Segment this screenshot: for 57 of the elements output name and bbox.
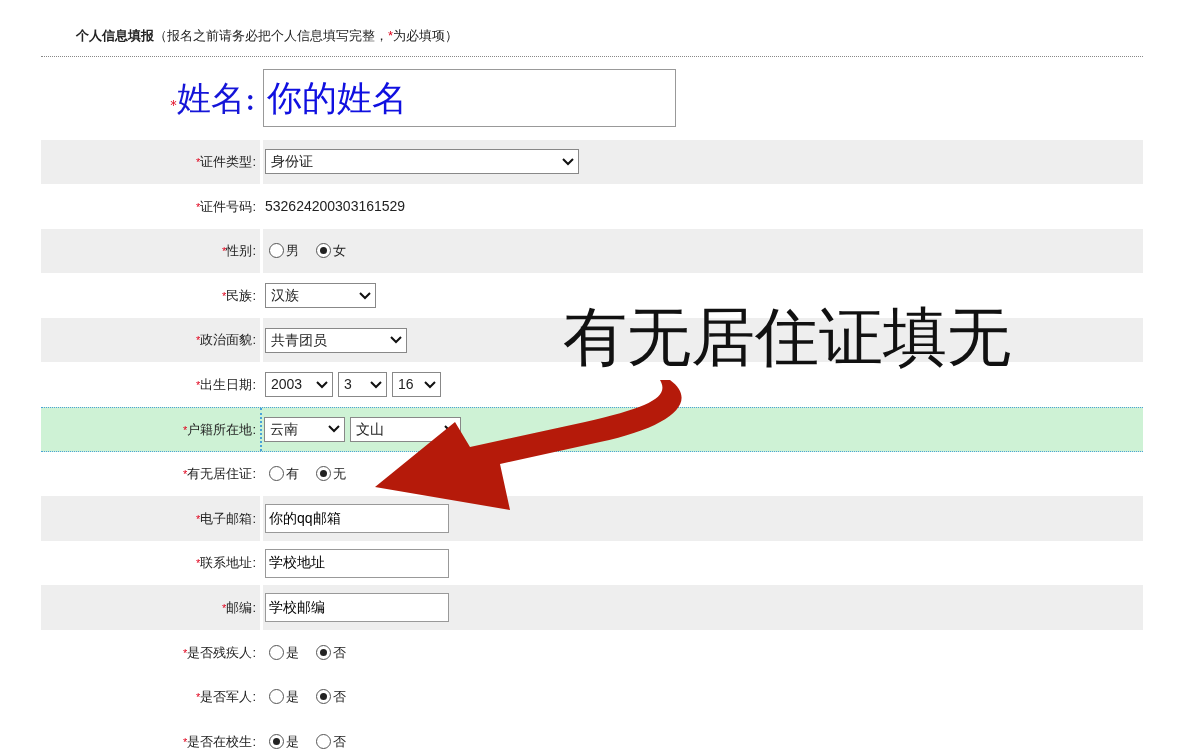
dropdown[interactable]: 汉族 [265,283,376,309]
field-label: *联系地址: [196,554,256,573]
radio-button[interactable] [269,734,284,749]
chevron-down-icon [328,425,340,434]
radio-button[interactable] [316,644,331,660]
field-label: *是否残疾人: [183,643,256,662]
radio-button[interactable] [269,644,284,660]
text-input-field[interactable]: 学校邮编 [265,593,449,623]
radio-label: 有 [286,465,299,484]
radio-label: 否 [333,688,346,707]
dropdown[interactable]: 共青团员 [265,327,407,353]
text-input-field[interactable]: 你的qq邮箱 [265,504,449,534]
radio-label: 是 [286,732,299,751]
radio-button[interactable] [316,689,331,705]
field-label: *证件类型: [196,153,256,172]
radio-label: 无 [333,465,346,484]
annotation-text: 有无居住证填无 [563,305,1011,369]
radio-label: 是 [286,643,299,662]
chevron-down-icon [390,336,402,345]
radio-button[interactable] [269,243,284,259]
form-title: 个人信息填报 [76,28,154,43]
field-label: *民族: [222,286,256,305]
field-label: *户籍所在地: [183,420,256,439]
radio-button[interactable] [269,466,284,482]
radio-label: 否 [333,643,346,662]
radio-label: 女 [333,242,346,261]
radio-label: 否 [333,732,346,751]
radio-button[interactable] [316,734,331,749]
name-input-field[interactable]: 你的姓名 [263,69,676,127]
form-note: （报名之前请务必把个人信息填写完整，*为必填项） [154,28,459,43]
dropdown[interactable]: 3 [338,372,387,398]
field-label: *是否在校生: [183,732,256,751]
field-label: *有无居住证: [183,465,256,484]
name-label: *姓名: [170,76,256,120]
radio-button[interactable] [269,689,284,705]
chevron-down-icon [316,380,328,389]
radio-button[interactable] [316,243,331,259]
dropdown[interactable]: 2003 [265,372,333,398]
chevron-down-icon [424,380,436,389]
field-label: *证件号码: [196,197,256,216]
radio-label: 男 [286,242,299,261]
radio-button[interactable] [316,466,331,482]
chevron-down-icon [359,291,371,300]
chevron-down-icon [370,380,382,389]
text-input-field[interactable]: 学校地址 [265,548,449,578]
id-number: 532624200303161529 [265,196,406,216]
dropdown[interactable]: 16 [392,372,441,398]
field-label: *政治面貌: [196,331,256,350]
field-label: *是否军人: [196,688,256,707]
field-label: *出生日期: [196,376,256,394]
dropdown[interactable]: 云南 [264,416,345,442]
chevron-down-icon [562,157,574,166]
radio-label: 是 [286,688,299,707]
field-label: *性别: [222,242,256,261]
field-label: *电子邮箱: [196,509,256,528]
field-label: *邮编: [222,599,256,617]
dropdown[interactable]: 身份证 [265,149,579,175]
